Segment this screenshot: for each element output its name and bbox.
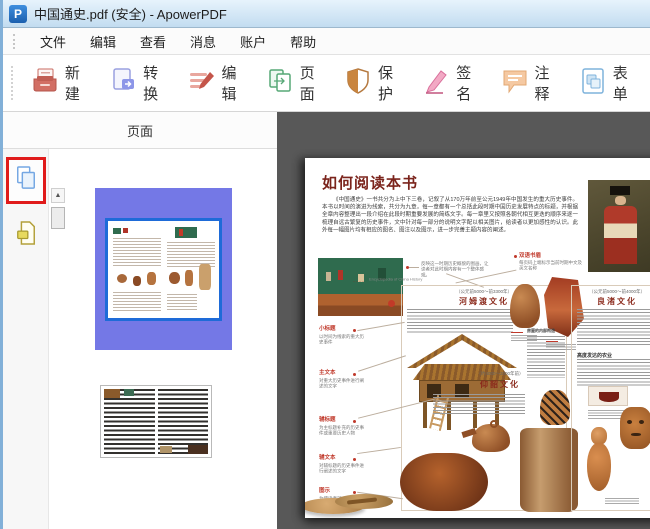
toolbar-drag-handle-icon[interactable] <box>11 66 14 100</box>
tall-vessel-image <box>520 428 578 512</box>
protect-button[interactable]: 保护 <box>337 58 408 108</box>
figurine-bust-image <box>583 427 617 493</box>
page-title: 如何阅读本书 <box>322 172 418 193</box>
tool-label: 保护 <box>378 62 402 104</box>
apowerpdf-window: P 中国通史.pdf (安全) - ApowerPDF 文件 编辑 查看 消息 … <box>0 0 650 529</box>
section-3-text <box>577 309 650 347</box>
tool-label: 表单 <box>613 62 637 104</box>
convert-button[interactable]: 转换 <box>102 58 173 108</box>
panel-icon-strip <box>3 149 49 529</box>
tool-label: 签名 <box>456 62 480 104</box>
main-text-note: 对重大历史事件进行阐述的文字 <box>319 378 367 389</box>
tool-label: 注释 <box>535 62 559 104</box>
edit-icon <box>186 66 216 101</box>
overview-callout: 反映这一时期历史概貌的图画，让读者对此时期内容有一个整体感观。 <box>421 261 491 278</box>
farming-text <box>577 359 650 387</box>
document-canvas: 如何阅读本书 《中国通史》一书共分为上中下三卷，记叙了从170万年前至公元194… <box>277 112 650 529</box>
menu-bar: 文件 编辑 查看 消息 账户 帮助 <box>3 28 650 55</box>
bilingual-header-label: 双语书眉 <box>519 251 579 259</box>
sub-text-label: 辅文本 <box>319 453 359 461</box>
section-2-text <box>433 394 525 416</box>
form-icon <box>578 66 608 101</box>
highlight-annotation <box>6 157 46 204</box>
thumbnail-selection <box>95 188 232 350</box>
tool-label: 页面 <box>300 62 324 104</box>
scrollbar-thumb[interactable] <box>51 207 65 229</box>
pages-icon <box>265 66 295 101</box>
page-thumbnails-icon[interactable] <box>15 178 37 195</box>
edit-button[interactable]: 编辑 <box>180 58 251 108</box>
signature-pen-icon <box>421 66 451 101</box>
new-button[interactable]: 新建 <box>24 58 95 108</box>
sub-heading-label: 辅标题 <box>319 415 359 423</box>
new-document-icon <box>30 66 60 101</box>
pages-panel: 页面 <box>3 112 277 529</box>
title-bar: P 中国通史.pdf (安全) - ApowerPDF <box>3 0 650 28</box>
bilingual-header-note: 每页码上端标示当前时期中文及英文名称 <box>519 260 584 271</box>
menu-view[interactable]: 查看 <box>128 28 178 55</box>
thumbnail-list: ▲ <box>49 149 277 529</box>
pages-button[interactable]: 页面 <box>259 58 330 108</box>
window-title: 中国通史.pdf (安全) - ApowerPDF <box>34 4 227 23</box>
menu-edit[interactable]: 编辑 <box>78 28 128 55</box>
period-overview-painting <box>318 258 403 316</box>
thumbnail-page-2[interactable] <box>100 385 212 458</box>
sub-text-note: 对辅标题的历史事件进行阐述的文字 <box>319 463 367 474</box>
form-button[interactable]: 表单 <box>572 58 643 108</box>
section-2-title: 仰韶文化 <box>435 379 565 390</box>
wooden-basin-image <box>400 453 488 511</box>
section-3-title: 良渚文化 <box>573 296 650 307</box>
emperor-painting <box>588 180 650 272</box>
scrollbar-up-icon[interactable]: ▲ <box>51 188 65 203</box>
main-text-label: 主文本 <box>319 368 359 376</box>
convert-icon <box>108 66 138 101</box>
pottery-jar-image <box>510 284 540 328</box>
panel-title: 页面 <box>3 112 277 149</box>
sub-heading-note: 为主标题补充的历史事件或重要历史人物 <box>319 425 367 436</box>
intro-paragraph: 《中国通史》一书共分为上中下三卷，记叙了从170万年前至公元1949年中国发生的… <box>322 196 578 234</box>
tool-label: 编辑 <box>221 62 245 104</box>
subtitle-note: 以时间为线索的重大历史事件 <box>319 334 367 345</box>
app-logo-icon: P <box>9 5 27 23</box>
thumb-right-page <box>165 224 217 315</box>
main-toolbar: 新建 转换 编辑 页面 <box>3 55 650 112</box>
sign-button[interactable]: 签名 <box>415 58 486 108</box>
menu-account[interactable]: 账户 <box>228 28 278 55</box>
subtitle-label: 小标题 <box>319 324 359 332</box>
section-1-text <box>407 309 513 333</box>
menu-file[interactable]: 文件 <box>28 28 78 55</box>
protect-shield-icon <box>343 66 373 101</box>
pdf-page[interactable]: 如何阅读本书 《中国通史》一书共分为上中下三卷，记叙了从170万年前至公元194… <box>305 158 650 518</box>
running-head-text: Encyclopedia of China History <box>369 277 422 282</box>
wooden-platter-image <box>305 492 395 518</box>
section-1-date: （公元前5000～前3300年） <box>401 288 567 295</box>
thumbnail-page-1[interactable] <box>105 218 222 321</box>
thumb-left-page <box>111 224 163 315</box>
tool-label: 转换 <box>143 62 167 104</box>
section-1-title: 河姆渡文化 <box>401 296 567 307</box>
comment-bubble-icon <box>500 66 530 101</box>
comment-button[interactable]: 注释 <box>494 58 565 108</box>
teapot-vessel-image <box>460 420 520 454</box>
section-2-date: （约4000～2000年前） <box>435 370 565 377</box>
clay-head-image <box>620 407 650 449</box>
menu-message[interactable]: 消息 <box>178 28 228 55</box>
farming-subhead: 高度发达的农业 <box>577 351 650 359</box>
painted-pot-image <box>540 390 570 425</box>
tool-label: 新建 <box>65 62 89 104</box>
menu-drag-handle-icon[interactable] <box>13 34 16 49</box>
bookmark-export-icon[interactable] <box>15 220 37 251</box>
menu-help[interactable]: 帮助 <box>278 28 328 55</box>
section-3-date: （公元前5000～前4000年） <box>573 288 650 295</box>
